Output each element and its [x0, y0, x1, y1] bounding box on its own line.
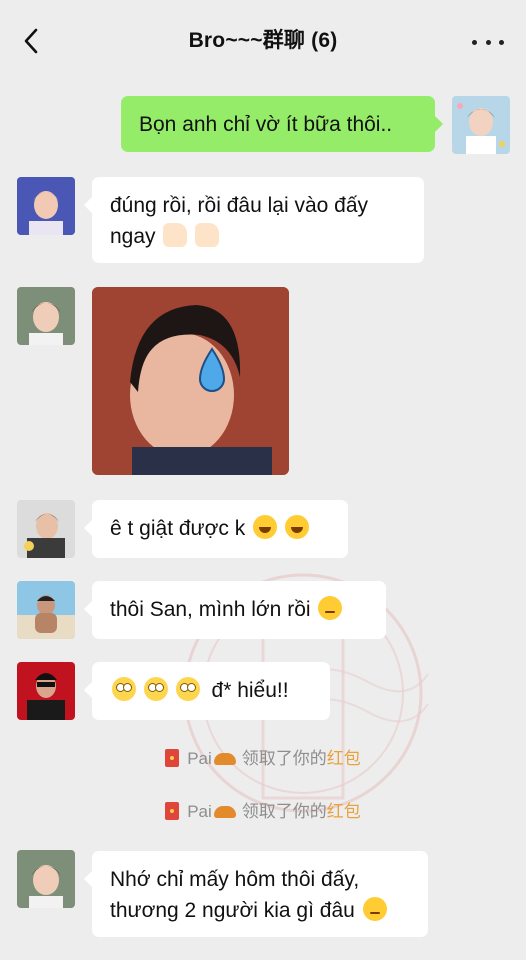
thumbs-up-icon	[163, 223, 188, 247]
message-text: ê t giật được k	[110, 517, 246, 540]
notice-action: 领取了你的	[241, 802, 327, 821]
chat-header: Bro~~~群聊 (6)	[0, 0, 526, 78]
chevron-left-icon	[24, 28, 38, 54]
avatar-member[interactable]	[17, 662, 75, 720]
red-envelope-icon	[165, 749, 180, 767]
message-text: thôi San, mình lớn rồi	[110, 598, 311, 621]
message-bubble-other[interactable]: thôi San, mình lớn rồi	[84, 581, 386, 639]
notice-name[interactable]: Pai	[187, 802, 212, 821]
message-text: Bọn anh chỉ vờ ít bữa thôi..	[139, 113, 393, 136]
eye-roll-emoji-icon	[175, 677, 200, 701]
more-dots-icon[interactable]	[472, 32, 504, 52]
avatar-member[interactable]	[17, 177, 75, 235]
message-bubble-other[interactable]: ê t giật được k	[84, 500, 348, 558]
red-packet-notice: Pai 领取了你的红包	[0, 746, 526, 772]
red-packet-notice: Pai 领取了你的红包	[0, 799, 526, 825]
pie-emoji-icon	[213, 753, 236, 765]
red-packet-link[interactable]: 红包	[327, 749, 361, 768]
message-text-line1: đúng rồi, rồi đâu lại vào đấy	[110, 194, 368, 217]
eye-roll-emoji-icon	[112, 677, 136, 701]
message-text: đ* hiểu!!	[211, 679, 289, 702]
message-text-line2: thương 2 người kia gì đâu	[110, 899, 355, 922]
sweat-drop-sticker[interactable]	[92, 287, 289, 475]
message-text-line1: Nhớ chỉ mấy hôm thôi đấy,	[110, 868, 360, 891]
notice-action: 领取了你的	[241, 749, 327, 768]
chat-title: Bro~~~群聊 (6)	[188, 29, 338, 52]
message-bubble-other[interactable]: đúng rồi, rồi đâu lại vào đấy ngay	[84, 177, 424, 263]
eye-roll-emoji-icon	[143, 677, 168, 701]
back-button[interactable]	[14, 24, 48, 58]
message-bubble-other[interactable]: Nhớ chỉ mấy hôm thôi đấy, thương 2 người…	[84, 851, 428, 937]
red-envelope-icon	[165, 802, 180, 820]
message-text-line2: ngay	[110, 225, 156, 248]
rofl-emoji-icon	[253, 515, 278, 539]
avatar-member[interactable]	[17, 287, 75, 345]
avatar-member[interactable]	[17, 500, 75, 558]
unamused-emoji-icon	[318, 596, 343, 620]
notice-name[interactable]: Pai	[187, 749, 212, 768]
rofl-emoji-icon	[284, 515, 309, 539]
message-bubble-self[interactable]: Bọn anh chỉ vờ ít bữa thôi..	[121, 96, 443, 152]
sad-emoji-icon	[362, 897, 387, 921]
red-packet-link[interactable]: 红包	[327, 802, 361, 821]
avatar-member[interactable]	[17, 581, 75, 639]
pie-emoji-icon	[213, 806, 236, 818]
thumbs-up-icon	[195, 223, 220, 247]
avatar-member[interactable]	[17, 850, 75, 908]
message-bubble-other[interactable]: đ* hiểu!!	[84, 662, 330, 720]
avatar-self[interactable]	[452, 96, 510, 154]
